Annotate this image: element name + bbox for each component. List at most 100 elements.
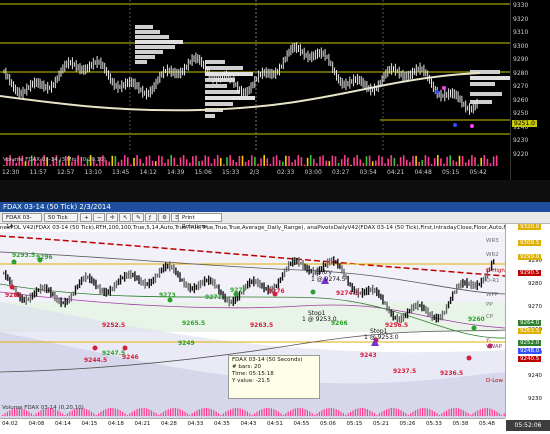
candle <box>294 257 296 266</box>
candle <box>154 273 157 283</box>
volume-bar <box>453 408 455 416</box>
candle <box>382 294 384 305</box>
top-price-axis[interactable]: 9330 9320 9310 9300 9290 9280 9270 9260 9250 9240… <box>510 0 550 180</box>
print-rotations-button[interactable]: Print Rotations <box>178 213 222 230</box>
swing-label: 9265.5 <box>182 320 206 327</box>
candle <box>265 286 267 291</box>
candle <box>349 282 351 287</box>
volume-bar <box>120 159 123 166</box>
candle <box>29 293 32 303</box>
candle <box>162 264 165 273</box>
volume-bar <box>260 158 262 166</box>
instrument-selector[interactable]: FDAX 03-14 <box>2 213 42 230</box>
price-tag: 9248.0 <box>518 348 542 354</box>
candle <box>421 301 423 312</box>
candle <box>277 278 280 289</box>
volume-bar <box>129 413 131 416</box>
candle <box>76 284 79 290</box>
pivot-dot <box>92 345 98 351</box>
signal-dot <box>442 86 446 90</box>
volume-bar <box>297 408 299 416</box>
candle <box>431 310 433 321</box>
time-tick-label: 05:48 <box>479 421 495 427</box>
level-label: PP <box>486 302 493 308</box>
zoom-in-icon[interactable]: + <box>80 213 92 222</box>
volume-bar <box>364 408 366 416</box>
volume-bar <box>396 164 399 166</box>
period-selector[interactable]: 50 Tick <box>44 213 78 222</box>
bottom-price-axis[interactable]: 92909280927092609250924092309320.09309.5… <box>505 224 550 418</box>
time-tick-label: 03:00 <box>304 169 322 176</box>
volume-bar <box>117 162 120 166</box>
candle <box>464 280 466 286</box>
volume-bar <box>345 414 347 416</box>
time-tick-label: 04:21 <box>387 169 405 176</box>
volume-bar <box>371 161 374 166</box>
strategies-icon[interactable]: ⚙ <box>158 213 170 222</box>
candle <box>410 304 413 314</box>
volume-bar <box>263 408 265 416</box>
indicators-icon[interactable]: ƒ <box>145 213 157 222</box>
price-tick-label: 9260 <box>513 96 529 104</box>
volume-bar <box>134 410 136 416</box>
candle <box>290 261 292 266</box>
volume-bar <box>201 408 203 416</box>
volume-bar <box>414 410 416 416</box>
candle <box>123 271 126 282</box>
volume-bar <box>142 163 145 166</box>
candle <box>388 306 390 314</box>
volume-bar <box>357 408 359 416</box>
price-tag: 9240.5 <box>518 356 542 362</box>
time-tick-label: 04:43 <box>240 421 257 427</box>
swing-label: 9263.5 <box>250 322 274 329</box>
volume-bar <box>387 158 389 166</box>
candle <box>474 282 476 289</box>
zoom-out-icon[interactable]: − <box>93 213 105 222</box>
candle <box>138 275 140 285</box>
candle <box>54 292 56 302</box>
candle <box>99 284 101 294</box>
time-tick-label: 15:33 <box>222 169 240 176</box>
data-tooltip: FDAX 03-14 (50 Seconds) # bars: 20 Time:… <box>228 355 320 399</box>
volume-bar <box>429 409 431 416</box>
candle <box>52 292 54 297</box>
candle <box>87 275 89 280</box>
volume-bar <box>145 156 148 166</box>
volume-bar <box>330 408 332 416</box>
candle <box>402 312 405 322</box>
volume-bar <box>344 155 346 166</box>
top-price-chart[interactable]: Volume FDAX 03-14 (3 Min) (0,20,10) 12:3… <box>0 0 550 200</box>
candle <box>224 293 226 303</box>
volume-bar <box>161 156 163 166</box>
volume-bar <box>95 414 97 416</box>
price-tick-label: 9280 <box>513 69 529 77</box>
volume-bar <box>57 410 59 416</box>
candle <box>394 315 396 320</box>
time-tick-label: 05:33 <box>426 421 442 427</box>
candle <box>201 279 204 286</box>
volume-bar <box>421 160 424 166</box>
candle <box>72 291 75 297</box>
volume-bar <box>384 163 386 166</box>
candle <box>361 287 364 298</box>
candle <box>152 276 155 285</box>
time-tick-label: 05:21 <box>373 421 389 427</box>
crosshair-icon[interactable]: ✛ <box>106 213 118 222</box>
candle <box>228 296 230 307</box>
candle <box>458 283 460 290</box>
candle <box>384 301 386 305</box>
volume-bar <box>474 411 476 416</box>
volume-bar <box>472 413 474 416</box>
volume-bar <box>458 408 460 416</box>
level-label: D-Low <box>486 378 504 384</box>
candle <box>85 272 87 283</box>
candle <box>7 274 9 281</box>
candle <box>199 280 202 289</box>
time-tick-label: 13:45 <box>112 169 130 176</box>
drawing-tools-icon[interactable]: ✎ <box>132 213 144 222</box>
volume-bar <box>383 410 385 416</box>
volume-bar <box>269 163 272 166</box>
volume-bar <box>448 409 450 416</box>
volume-bar <box>139 158 141 166</box>
pointer-icon[interactable]: ↖ <box>119 213 131 222</box>
